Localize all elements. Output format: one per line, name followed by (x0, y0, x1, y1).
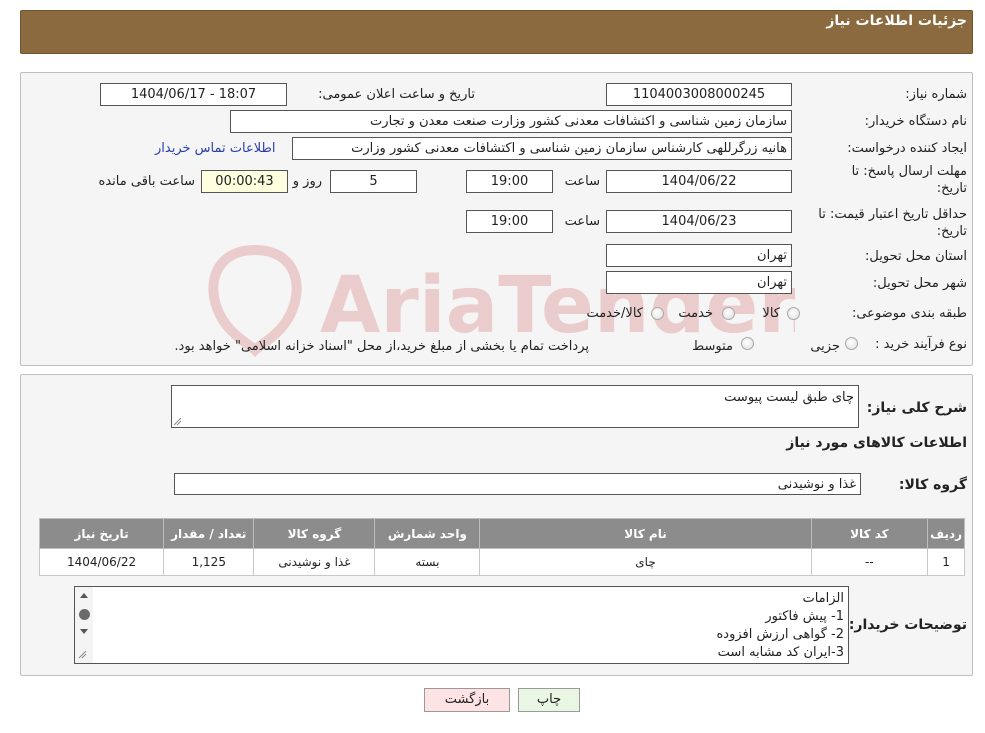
cell-quantity: 1,125 (163, 548, 255, 576)
goods-section-title: اطلاعات کالاهای مورد نیاز (786, 435, 967, 451)
scroll-up-icon[interactable] (79, 591, 89, 599)
col-goods-group: گروه کالا (253, 518, 376, 549)
col-quantity: تعداد / مقدار (163, 518, 255, 549)
description-text: چای طبق لیست پیوست (724, 390, 854, 405)
deadline-date-field[interactable]: 1404/06/22 (606, 170, 792, 193)
cell-row-number: 1 (927, 548, 965, 576)
process-radio-medium[interactable] (741, 337, 754, 350)
col-row-number: ردیف (927, 518, 965, 549)
announce-label: تاریخ و ساعت اعلان عمومی: (318, 87, 475, 102)
validity-time-field[interactable]: 19:00 (466, 210, 553, 233)
buyer-note-line: 2- گواهی ارزش افزوده (716, 627, 845, 642)
buyer-note-line: 3-ایران کد مشابه است (717, 645, 844, 660)
buyer-notes-textarea[interactable]: الزامات 1- پیش فاکتور 2- گواهی ارزش افزو… (74, 586, 849, 664)
col-goods-name: نام کالا (479, 518, 812, 549)
cell-goods-code: -- (810, 548, 929, 576)
buyer-note-line: 1- پیش فاکتور (765, 609, 844, 624)
scroll-thumb[interactable] (79, 609, 90, 620)
category-radio-service[interactable] (722, 307, 735, 320)
deadline-label-2: تاریخ: (936, 181, 967, 196)
notes-scrollbar[interactable] (75, 587, 93, 663)
resize-handle-icon[interactable] (173, 417, 182, 426)
buyer-org-label: نام دستگاه خریدار: (864, 114, 967, 129)
description-label: شرح کلی نیاز: (866, 400, 967, 416)
validity-time-label: ساعت (564, 214, 600, 229)
table-header-row: ردیف کد کالا نام کالا واحد شمارش گروه کا… (38, 518, 965, 549)
announce-field[interactable]: 1404/06/17 - 18:07 (100, 83, 287, 106)
city-label: شهر محل تحویل: (872, 276, 967, 291)
province-label: استان محل تحویل: (865, 249, 967, 264)
buyer-notes-lines: الزامات 1- پیش فاکتور 2- گواهی ارزش افزو… (717, 590, 845, 662)
goods-group-label: گروه کالا: (898, 477, 967, 493)
cell-goods-group: غذا و نوشیدنی (253, 548, 376, 576)
scroll-down-icon[interactable] (79, 628, 89, 636)
page-title: جزئیات اطلاعات نیاز (826, 13, 967, 29)
goods-table: ردیف کد کالا نام کالا واحد شمارش گروه کا… (38, 518, 965, 576)
deadline-label: مهلت ارسال پاسخ: تا (851, 164, 967, 179)
cell-unit: بسته (374, 548, 481, 576)
buyer-org-field[interactable]: سازمان زمین شناسی و اکتشافات معدنی کشور … (230, 110, 792, 133)
buyer-note-line: الزامات (802, 591, 844, 606)
days-label: روز و (292, 174, 322, 189)
validity-date-field[interactable]: 1404/06/23 (606, 210, 792, 233)
validity-label-2: تاریخ: (936, 224, 967, 239)
back-button[interactable]: بازگشت (424, 688, 510, 712)
remaining-label: ساعت باقی مانده (98, 174, 195, 189)
deadline-time-field[interactable]: 19:00 (466, 170, 553, 193)
cell-need-date: 1404/06/22 (38, 548, 165, 576)
category-radio-goods-service[interactable] (651, 307, 664, 320)
city-field[interactable]: تهران (606, 271, 792, 294)
remaining-time-field: 00:00:43 (201, 170, 288, 193)
col-need-date: تاریخ نیاز (38, 518, 165, 549)
process-note: پرداخت تمام یا بخشی از مبلغ خرید،از محل … (174, 339, 589, 354)
days-field[interactable]: 5 (330, 170, 417, 193)
category-option-service: خدمت (678, 306, 713, 321)
col-unit: واحد شمارش (374, 518, 481, 549)
resize-handle-icon[interactable] (78, 650, 87, 659)
goods-group-field[interactable]: غذا و نوشیدنی (174, 473, 861, 495)
process-radio-minor[interactable] (845, 337, 858, 350)
category-label: طبقه بندی موضوعی: (851, 306, 967, 321)
creator-label: ایجاد کننده درخواست: (847, 141, 967, 156)
category-option-goods: کالا (762, 306, 780, 321)
deadline-time-label: ساعت (564, 174, 600, 189)
category-option-goods-service: کالا/خدمت (586, 306, 643, 321)
print-button[interactable]: چاپ (518, 688, 580, 712)
table-row[interactable]: 1 -- چای بسته غذا و نوشیدنی 1,125 1404/0… (38, 548, 965, 576)
category-radio-goods[interactable] (787, 307, 800, 320)
process-option-minor: جزیی (810, 339, 840, 354)
process-option-medium: متوسط (692, 339, 733, 354)
col-goods-code: کد کالا (810, 518, 929, 549)
validity-label: حداقل تاریخ اعتبار قیمت: تا (818, 207, 967, 222)
buyer-notes-label: توضیحات خریدار: (848, 617, 967, 633)
province-field[interactable]: تهران (606, 244, 792, 267)
need-number-field[interactable]: 1104003008000245 (606, 83, 792, 106)
need-number-label: شماره نیاز: (905, 87, 967, 102)
description-textarea[interactable]: چای طبق لیست پیوست (171, 385, 859, 428)
creator-field[interactable]: هانیه زرگرللهی کارشناس سازمان زمین شناسی… (292, 137, 792, 160)
process-label: نوع فرآیند خرید : (875, 337, 967, 352)
contact-buyer-link[interactable]: اطلاعات تماس خریدار (155, 141, 275, 156)
cell-goods-name: چای (479, 548, 812, 576)
